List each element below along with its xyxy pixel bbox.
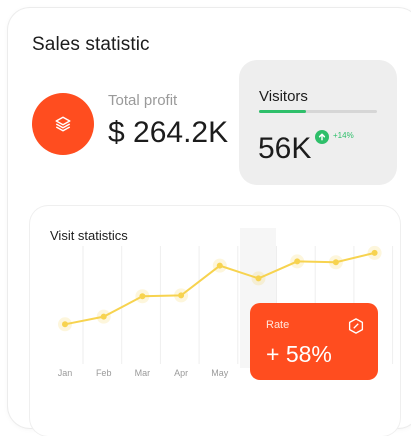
rate-value: + 58% <box>266 341 332 367</box>
visitors-label: Visitors <box>259 88 308 105</box>
visitors-card[interactable]: Visitors 56K +14% <box>239 60 397 185</box>
rate-card[interactable]: Rate + 58% <box>250 303 378 380</box>
visitors-progress-fill <box>259 110 307 113</box>
visitors-progress-track <box>259 110 377 113</box>
rate-label: Rate <box>266 319 290 331</box>
x-tick-label: Jan <box>58 368 73 378</box>
data-point <box>371 249 378 256</box>
visitors-value: 56K <box>258 132 312 165</box>
x-tick-label: Apr <box>174 368 188 378</box>
total-profit-label: Total profit <box>108 92 178 109</box>
x-tick-label: May <box>211 368 229 378</box>
data-point <box>100 313 107 320</box>
x-tick-label: Feb <box>96 368 112 378</box>
data-point <box>139 293 146 300</box>
sales-statistic-card: Sales statistic Total profit $ 264.2K Vi… <box>8 8 411 436</box>
data-point <box>178 292 185 299</box>
data-point <box>294 258 301 265</box>
x-tick-label: Mar <box>135 368 151 378</box>
visitors-change: +14% <box>333 131 354 140</box>
arrow-up-icon <box>315 130 329 144</box>
data-point <box>255 275 262 282</box>
page-title: Sales statistic <box>32 34 150 55</box>
hexagon-icon <box>348 318 364 334</box>
total-profit-value: $ 264.2K <box>108 116 229 149</box>
total-profit-badge <box>32 93 94 155</box>
visit-statistics-card: Visit statistics Jan Feb Mar Apr May Rate + … <box>30 206 400 436</box>
data-point <box>216 262 223 269</box>
data-point <box>62 321 68 328</box>
layers-icon <box>55 116 71 132</box>
data-point <box>332 259 339 266</box>
